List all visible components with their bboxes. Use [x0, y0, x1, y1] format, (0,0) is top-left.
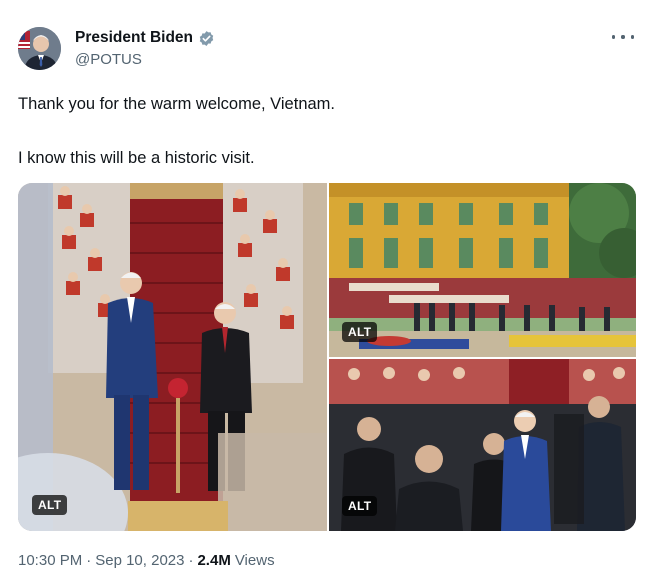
- tweet-card: President Biden @POTUS Thank you for the…: [0, 0, 660, 586]
- tweet-text-line-2: I know this will be a historic visit.: [18, 149, 255, 167]
- separator-dot: ·: [188, 552, 194, 569]
- alt-badge[interactable]: ALT: [32, 495, 68, 515]
- verified-badge-icon: [198, 30, 215, 47]
- photo-leaders-red-carpet[interactable]: ALT: [18, 183, 327, 531]
- tweet-time[interactable]: 10:30 PM: [18, 552, 82, 569]
- tweet-metadata: 10:30 PM · Sep 10, 2023 · 2.4M Views: [18, 552, 275, 569]
- separator-dot: ·: [86, 552, 92, 569]
- media-grid: ALT ALT ALT: [18, 183, 636, 531]
- more-options-icon[interactable]: [612, 30, 634, 44]
- photo-greeting-officials[interactable]: ALT: [329, 359, 636, 531]
- tweet-text-line-1: Thank you for the warm welcome, Vietnam.: [18, 95, 335, 113]
- views-count[interactable]: 2.4M: [197, 552, 230, 569]
- alt-badge[interactable]: ALT: [342, 496, 378, 516]
- author-handle[interactable]: @POTUS: [75, 51, 142, 68]
- tweet-date[interactable]: Sep 10, 2023: [95, 552, 184, 569]
- photo-palace-ceremony[interactable]: ALT: [329, 183, 636, 357]
- views-label: Views: [234, 552, 275, 569]
- alt-badge[interactable]: ALT: [342, 322, 378, 342]
- author-name-row[interactable]: President Biden: [75, 29, 215, 47]
- avatar[interactable]: [18, 27, 61, 70]
- author-display-name[interactable]: President Biden: [75, 29, 193, 47]
